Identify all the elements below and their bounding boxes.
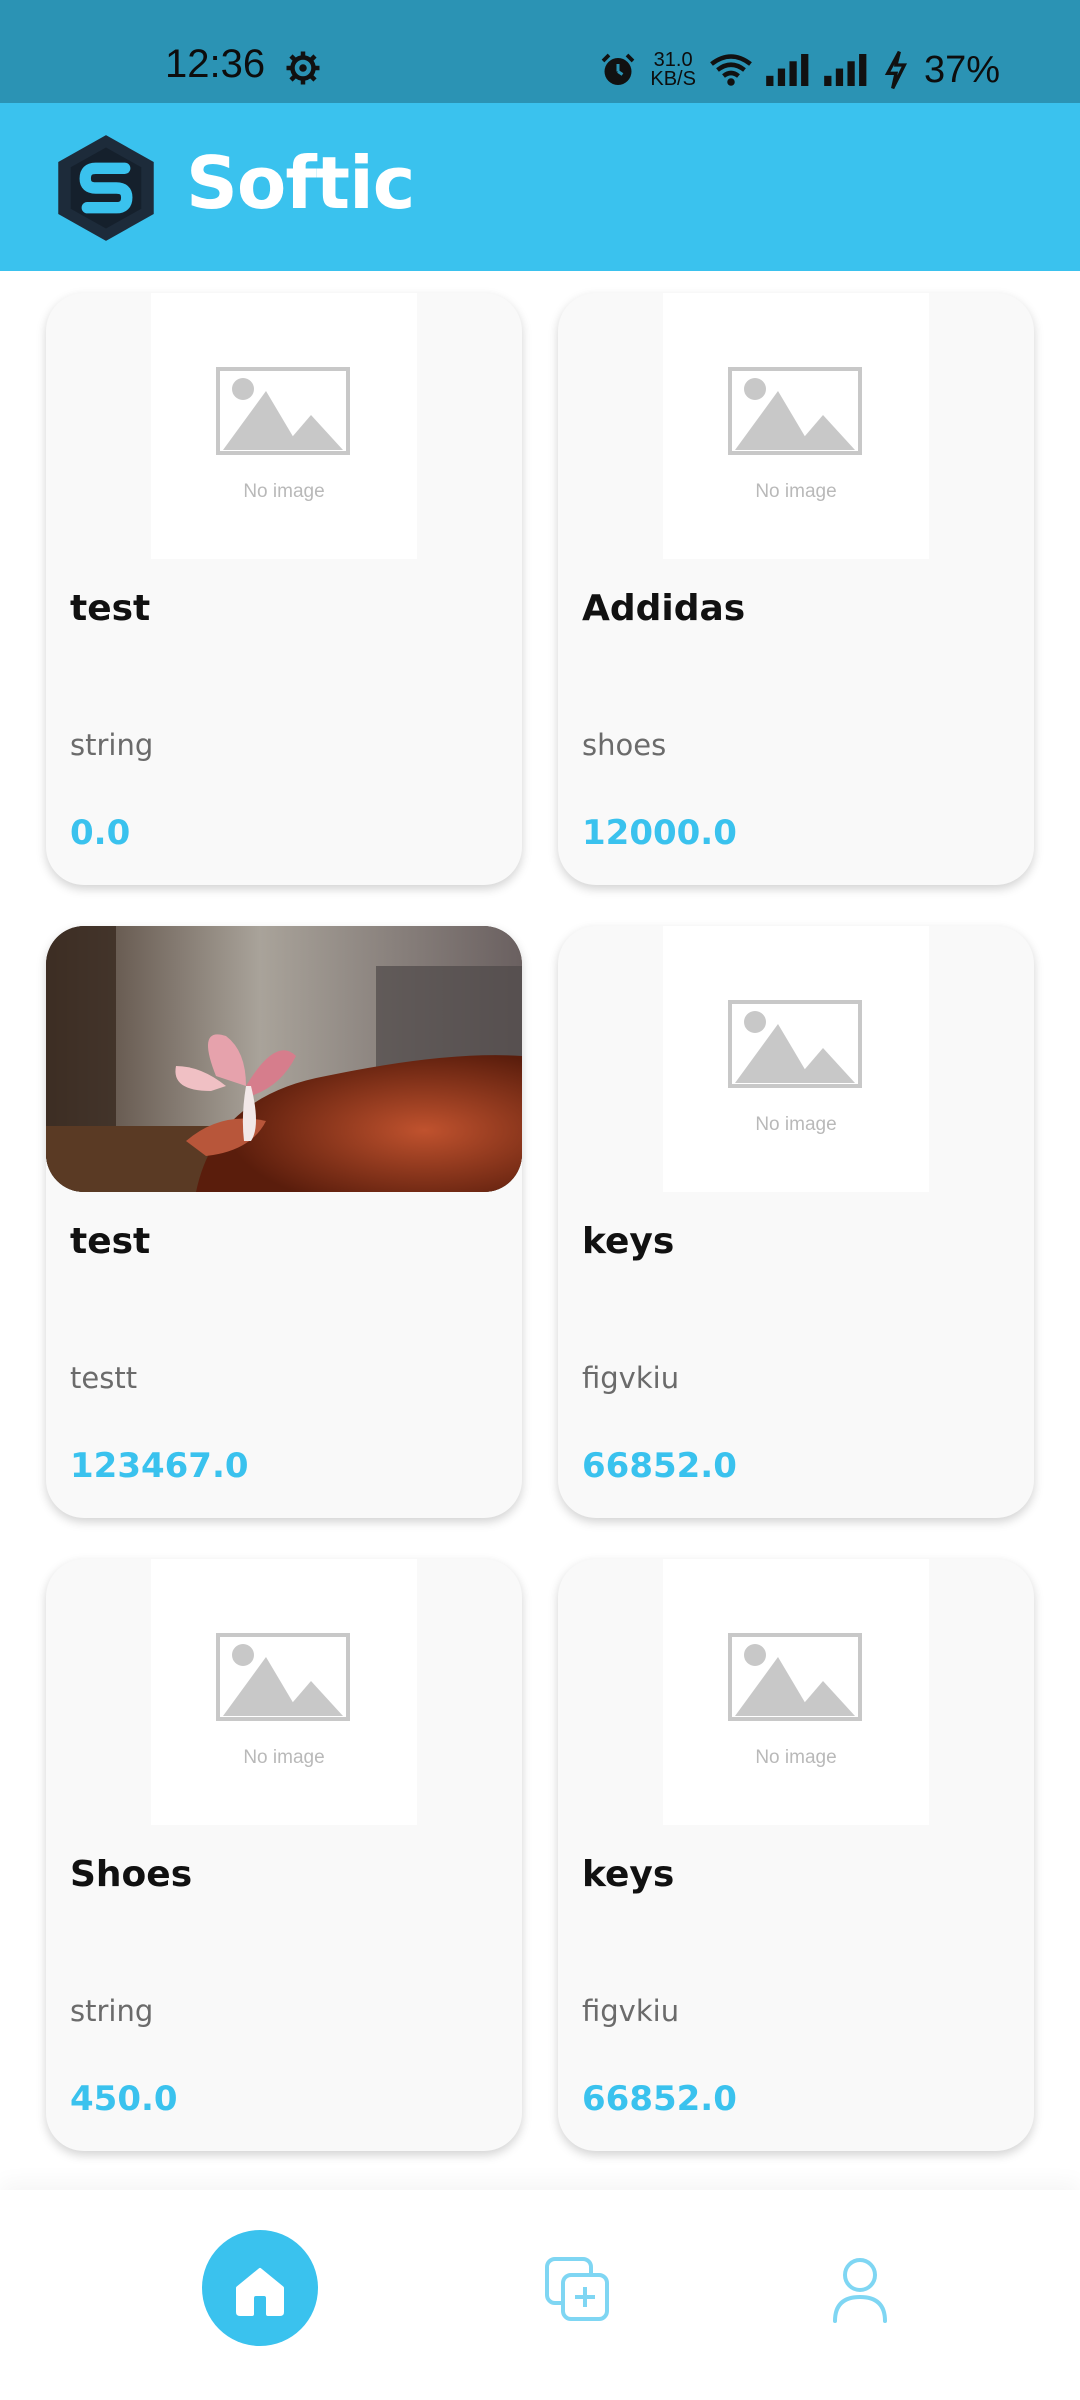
product-price: 66852.0 xyxy=(582,1446,737,1486)
profile-icon xyxy=(833,2258,887,2323)
product-title: Addidas xyxy=(582,588,746,629)
no-image-placeholder: No image xyxy=(151,293,417,559)
settings-gear-icon xyxy=(286,51,320,85)
no-image-caption: No image xyxy=(755,481,836,502)
product-description: string xyxy=(70,728,154,762)
product-description: testt xyxy=(70,1361,138,1395)
app-title: Softic xyxy=(186,141,415,225)
product-title: keys xyxy=(582,1854,675,1895)
product-price: 123467.0 xyxy=(70,1446,249,1486)
product-description: shoes xyxy=(582,728,667,762)
network-speed: 31.0 KB/S xyxy=(650,50,696,90)
image-placeholder-icon: No image xyxy=(216,1633,350,1768)
image-placeholder-icon: No image xyxy=(728,1633,862,1768)
nav-home-button[interactable] xyxy=(202,2230,318,2346)
product-title: test xyxy=(70,1221,151,1262)
charging-icon xyxy=(884,50,907,90)
home-icon xyxy=(236,2268,284,2316)
product-card[interactable]: No image Shoes string 450.0 xyxy=(46,1559,522,2151)
product-photo xyxy=(46,926,522,1192)
product-price: 66852.0 xyxy=(582,2079,737,2119)
softic-logo-icon xyxy=(58,135,154,241)
product-title: Shoes xyxy=(70,1854,193,1895)
product-title: test xyxy=(70,588,151,629)
no-image-caption: No image xyxy=(755,1747,836,1768)
nav-add-product-button[interactable] xyxy=(543,2255,613,2325)
product-card[interactable]: test testt 123467.0 xyxy=(46,926,522,1518)
product-price: 0.0 xyxy=(70,813,131,853)
status-bar: 12:36 31.0 KB/S 37% xyxy=(0,0,1080,103)
flower-photo-image xyxy=(46,926,522,1192)
signal-icon-2 xyxy=(824,54,867,86)
product-description: string xyxy=(70,1994,154,2028)
app-bar: Softic xyxy=(0,103,1080,271)
battery-level: 37% xyxy=(923,48,1000,91)
product-description: figvkiu xyxy=(582,1994,680,2028)
product-card[interactable]: No image test string 0.0 xyxy=(46,293,522,885)
image-placeholder-icon: No image xyxy=(216,367,350,502)
no-image-caption: No image xyxy=(755,1114,836,1135)
product-card[interactable]: No image keys figvkiu 66852.0 xyxy=(558,926,1034,1518)
no-image-placeholder: No image xyxy=(663,293,929,559)
no-image-placeholder: No image xyxy=(151,1559,417,1825)
product-card[interactable]: No image Addidas shoes 12000.0 xyxy=(558,293,1034,885)
product-card[interactable]: No image keys figvkiu 66852.0 xyxy=(558,1559,1034,2151)
no-image-placeholder: No image xyxy=(663,926,929,1192)
no-image-caption: No image xyxy=(243,1747,324,1768)
product-description: figvkiu xyxy=(582,1361,680,1395)
no-image-placeholder: No image xyxy=(663,1559,929,1825)
no-image-caption: No image xyxy=(243,481,324,502)
product-price: 12000.0 xyxy=(582,813,737,853)
network-speed-unit: KB/S xyxy=(650,68,696,90)
image-placeholder-icon: No image xyxy=(728,367,862,502)
product-price: 450.0 xyxy=(70,2079,178,2119)
wifi-icon xyxy=(710,54,752,86)
image-placeholder-icon: No image xyxy=(728,1000,862,1135)
bottom-nav xyxy=(0,2190,1080,2400)
status-time: 12:36 xyxy=(165,42,266,86)
product-title: keys xyxy=(582,1221,675,1262)
alarm-icon xyxy=(602,53,635,85)
nav-profile-button[interactable] xyxy=(830,2255,890,2325)
signal-icon xyxy=(766,54,809,86)
add-product-icon xyxy=(545,2257,609,2321)
status-icons: 31.0 KB/S 37% xyxy=(600,40,1000,100)
